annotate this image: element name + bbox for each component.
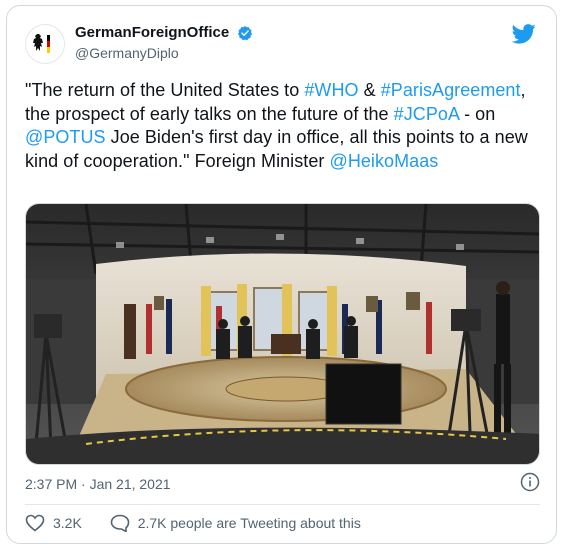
text-segment: & bbox=[358, 80, 381, 100]
text-segment: - on bbox=[459, 103, 496, 124]
like-count: 3.2K bbox=[53, 515, 82, 531]
like-button[interactable]: 3.2K bbox=[25, 514, 82, 532]
tweet-text: "The return of the United States to #WHO… bbox=[25, 79, 545, 173]
display-name[interactable]: GermanForeignOffice bbox=[75, 24, 229, 41]
tweeting-about-link[interactable]: 2.7K people are Tweeting about this bbox=[110, 514, 361, 532]
tweet-actions: 3.2K 2.7K people are Tweeting about this bbox=[25, 514, 385, 535]
mention-heikomaas-link[interactable]: @HeikoMaas bbox=[330, 151, 439, 171]
heart-icon bbox=[25, 514, 45, 532]
account-names: GermanForeignOffice @GermanyDiplo bbox=[75, 24, 253, 61]
hashtag-jcpoa-link[interactable]: #JCPoA bbox=[394, 104, 459, 124]
divider bbox=[25, 504, 540, 505]
tweet-card[interactable]: GermanForeignOffice @GermanyDiplo "The r… bbox=[6, 5, 557, 544]
info-icon[interactable] bbox=[520, 472, 540, 492]
eagle-flag-icon bbox=[33, 34, 50, 53]
twitter-bird-icon[interactable] bbox=[512, 24, 536, 44]
speech-bubble-icon bbox=[110, 514, 130, 532]
tv-studio-oval-office-image bbox=[26, 204, 539, 464]
hashtag-parisagreement-link[interactable]: #ParisAgreement bbox=[381, 80, 521, 100]
verified-badge-icon bbox=[237, 25, 252, 40]
tweet-photo[interactable] bbox=[25, 203, 540, 465]
tweet-timestamp[interactable]: 2:37 PM · Jan 21, 2021 bbox=[25, 476, 171, 492]
avatar[interactable] bbox=[25, 24, 65, 64]
mention-potus-link[interactable]: @POTUS bbox=[25, 127, 106, 147]
hashtag-who-link[interactable]: #WHO bbox=[304, 80, 358, 100]
account-handle[interactable]: @GermanyDiplo bbox=[75, 45, 253, 61]
tweeting-count-label: 2.7K people are Tweeting about this bbox=[137, 515, 361, 531]
text-segment: "The return of the United States to bbox=[25, 80, 305, 100]
tweet-header: GermanForeignOffice @GermanyDiplo bbox=[25, 18, 540, 64]
